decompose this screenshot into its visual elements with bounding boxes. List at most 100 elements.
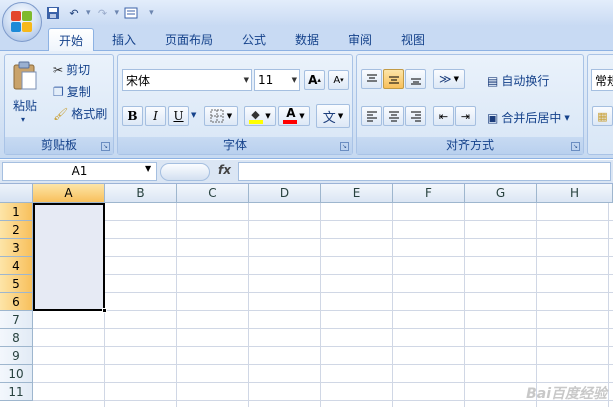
quick-access-toolbar: ↶ ▾ ↷ ▾ ▾ <box>44 3 154 23</box>
cut-label: 剪切 <box>66 63 91 77</box>
row-header-9[interactable]: 9 <box>0 347 33 365</box>
borders-icon <box>210 109 224 123</box>
column-header-e[interactable]: E <box>321 184 393 203</box>
alignment-launcher-icon[interactable]: ↘ <box>571 142 580 151</box>
font-name-dropdown[interactable]: 宋体 ▼ <box>122 69 252 91</box>
wrap-text-button[interactable]: ▤ 自动换行 <box>487 72 549 89</box>
column-header-g[interactable]: G <box>465 184 537 203</box>
office-button[interactable] <box>2 2 42 42</box>
copy-label: 复制 <box>66 85 91 99</box>
grow-font-button[interactable]: A ▴ <box>304 70 325 90</box>
cut-button[interactable]: ✂ 剪切 <box>53 61 90 78</box>
bold-button[interactable]: B <box>122 106 143 126</box>
clipboard-launcher-icon[interactable]: ↘ <box>101 142 110 151</box>
align-top-button[interactable] <box>361 69 382 89</box>
decrease-indent-button[interactable]: ⇤ <box>433 106 454 126</box>
font-color-button[interactable]: A ▼ <box>278 106 310 126</box>
tab-insert[interactable]: 插入 <box>102 28 146 51</box>
paste-button[interactable]: 粘贴 <box>13 97 37 114</box>
ribbon: 粘贴 ▾ ✂ 剪切 ❐ 复制 🖌 格式刷 剪贴板 ↘ 宋体 ▼ 11 ▼ A ▴ A ▾ B … <box>0 51 613 159</box>
form-icon[interactable] <box>122 4 140 22</box>
shrink-font-button[interactable]: A ▾ <box>328 70 349 90</box>
copy-button[interactable]: ❐ 复制 <box>53 83 91 100</box>
align-left-button[interactable] <box>361 106 382 126</box>
column-header-c[interactable]: C <box>177 184 249 203</box>
paste-dropdown-icon[interactable]: ▾ <box>21 115 25 124</box>
merge-icon: ▣ <box>487 110 499 125</box>
paste-icon[interactable] <box>11 61 41 91</box>
scissors-icon: ✂ <box>53 62 64 77</box>
formula-input[interactable] <box>238 162 611 181</box>
column-header-b[interactable]: B <box>105 184 177 203</box>
tab-page-layout[interactable]: 页面布局 <box>158 28 220 51</box>
redo-icon[interactable]: ↷ <box>94 4 112 22</box>
format-painter-label: 格式刷 <box>71 107 108 121</box>
decrease-indent-icon: ⇤ <box>438 109 449 123</box>
row-header-5[interactable]: 5 <box>0 275 33 293</box>
fill-handle[interactable] <box>102 308 107 313</box>
formula-bar: A1 ▼ fx <box>0 160 613 184</box>
align-top-icon <box>366 74 377 82</box>
accounting-format-icon[interactable]: ▦ <box>592 106 613 126</box>
selected-range[interactable] <box>33 203 105 311</box>
cell-area[interactable] <box>33 203 613 407</box>
increase-indent-icon: ⇥ <box>460 109 471 123</box>
row-header-11[interactable]: 11 <box>0 383 33 401</box>
column-header-d[interactable]: D <box>249 184 321 203</box>
row-header-2[interactable]: 2 <box>0 221 33 239</box>
align-bottom-button[interactable] <box>405 69 426 89</box>
row-header-10[interactable]: 10 <box>0 365 33 383</box>
merge-center-button[interactable]: ▣ 合并后居中 ▼ <box>487 109 570 126</box>
insert-function-icon[interactable]: fx <box>218 163 231 177</box>
align-center-button[interactable] <box>383 106 404 126</box>
fill-color-button[interactable]: ◆ ▼ <box>244 106 276 126</box>
customize-qat-icon[interactable]: ▾ <box>149 8 154 18</box>
excel-window: ↶ ▾ ↷ ▾ ▾ 开始 插入 页面布局 公式 数据 审阅 视图 粘贴 ▾ ✂ 剪… <box>0 0 613 407</box>
column-header-a[interactable]: A <box>33 184 105 203</box>
align-right-button[interactable] <box>405 106 426 126</box>
tab-review[interactable]: 审阅 <box>338 28 382 51</box>
font-size-dropdown[interactable]: 11 ▼ <box>254 69 300 91</box>
format-painter-button[interactable]: 🖌 格式刷 <box>53 105 107 122</box>
phonetic-guide-button[interactable]: 文 ▼ <box>316 104 350 128</box>
grow-font-icon: A <box>308 73 318 87</box>
number-group: 常规 ▦ <box>587 54 613 155</box>
alignment-group-label: 对齐方式 <box>357 137 583 154</box>
align-right-icon <box>410 111 421 122</box>
select-all-button[interactable] <box>0 184 33 203</box>
chevron-down-icon: ▼ <box>291 76 297 84</box>
increase-indent-button[interactable]: ⇥ <box>455 106 476 126</box>
tab-data[interactable]: 数据 <box>285 28 329 51</box>
tab-home[interactable]: 开始 <box>48 28 94 52</box>
phonetic-icon: 文 <box>322 110 336 126</box>
underline-dropdown-icon[interactable]: ▼ <box>191 111 196 119</box>
worksheet-grid: A B C D E F G H 1 2 3 4 5 6 7 8 9 10 11 <box>0 184 613 407</box>
name-box-dropdown-icon[interactable]: ▼ <box>145 164 151 173</box>
column-header-f[interactable]: F <box>393 184 465 203</box>
row-header-4[interactable]: 4 <box>0 257 33 275</box>
undo-dropdown-icon[interactable]: ▾ <box>86 8 91 18</box>
row-header-8[interactable]: 8 <box>0 329 33 347</box>
undo-icon[interactable]: ↶ <box>65 4 83 22</box>
column-header-h[interactable]: H <box>537 184 613 203</box>
tab-formulas[interactable]: 公式 <box>232 28 276 51</box>
italic-button[interactable]: I <box>145 106 166 126</box>
number-format-dropdown[interactable]: 常规 <box>591 69 613 91</box>
font-launcher-icon[interactable]: ↘ <box>340 142 349 151</box>
formula-bar-capsule <box>160 163 210 181</box>
row-header-1[interactable]: 1 <box>0 203 33 221</box>
redo-dropdown-icon[interactable]: ▾ <box>115 8 120 18</box>
underline-button[interactable]: U <box>168 106 189 126</box>
row-header-3[interactable]: 3 <box>0 239 33 257</box>
orientation-button[interactable]: ≫ ▼ <box>433 69 465 89</box>
row-header-7[interactable]: 7 <box>0 311 33 329</box>
align-middle-button[interactable] <box>383 69 404 89</box>
save-icon[interactable] <box>44 4 62 22</box>
paint-bucket-icon: ◆ <box>249 108 264 124</box>
tab-view[interactable]: 视图 <box>391 28 435 51</box>
name-box[interactable]: A1 <box>2 162 157 181</box>
brush-icon: 🖌 <box>53 106 69 121</box>
wrap-text-icon: ▤ <box>487 73 499 88</box>
borders-button[interactable]: ▼ <box>204 106 238 126</box>
row-header-6[interactable]: 6 <box>0 293 33 311</box>
